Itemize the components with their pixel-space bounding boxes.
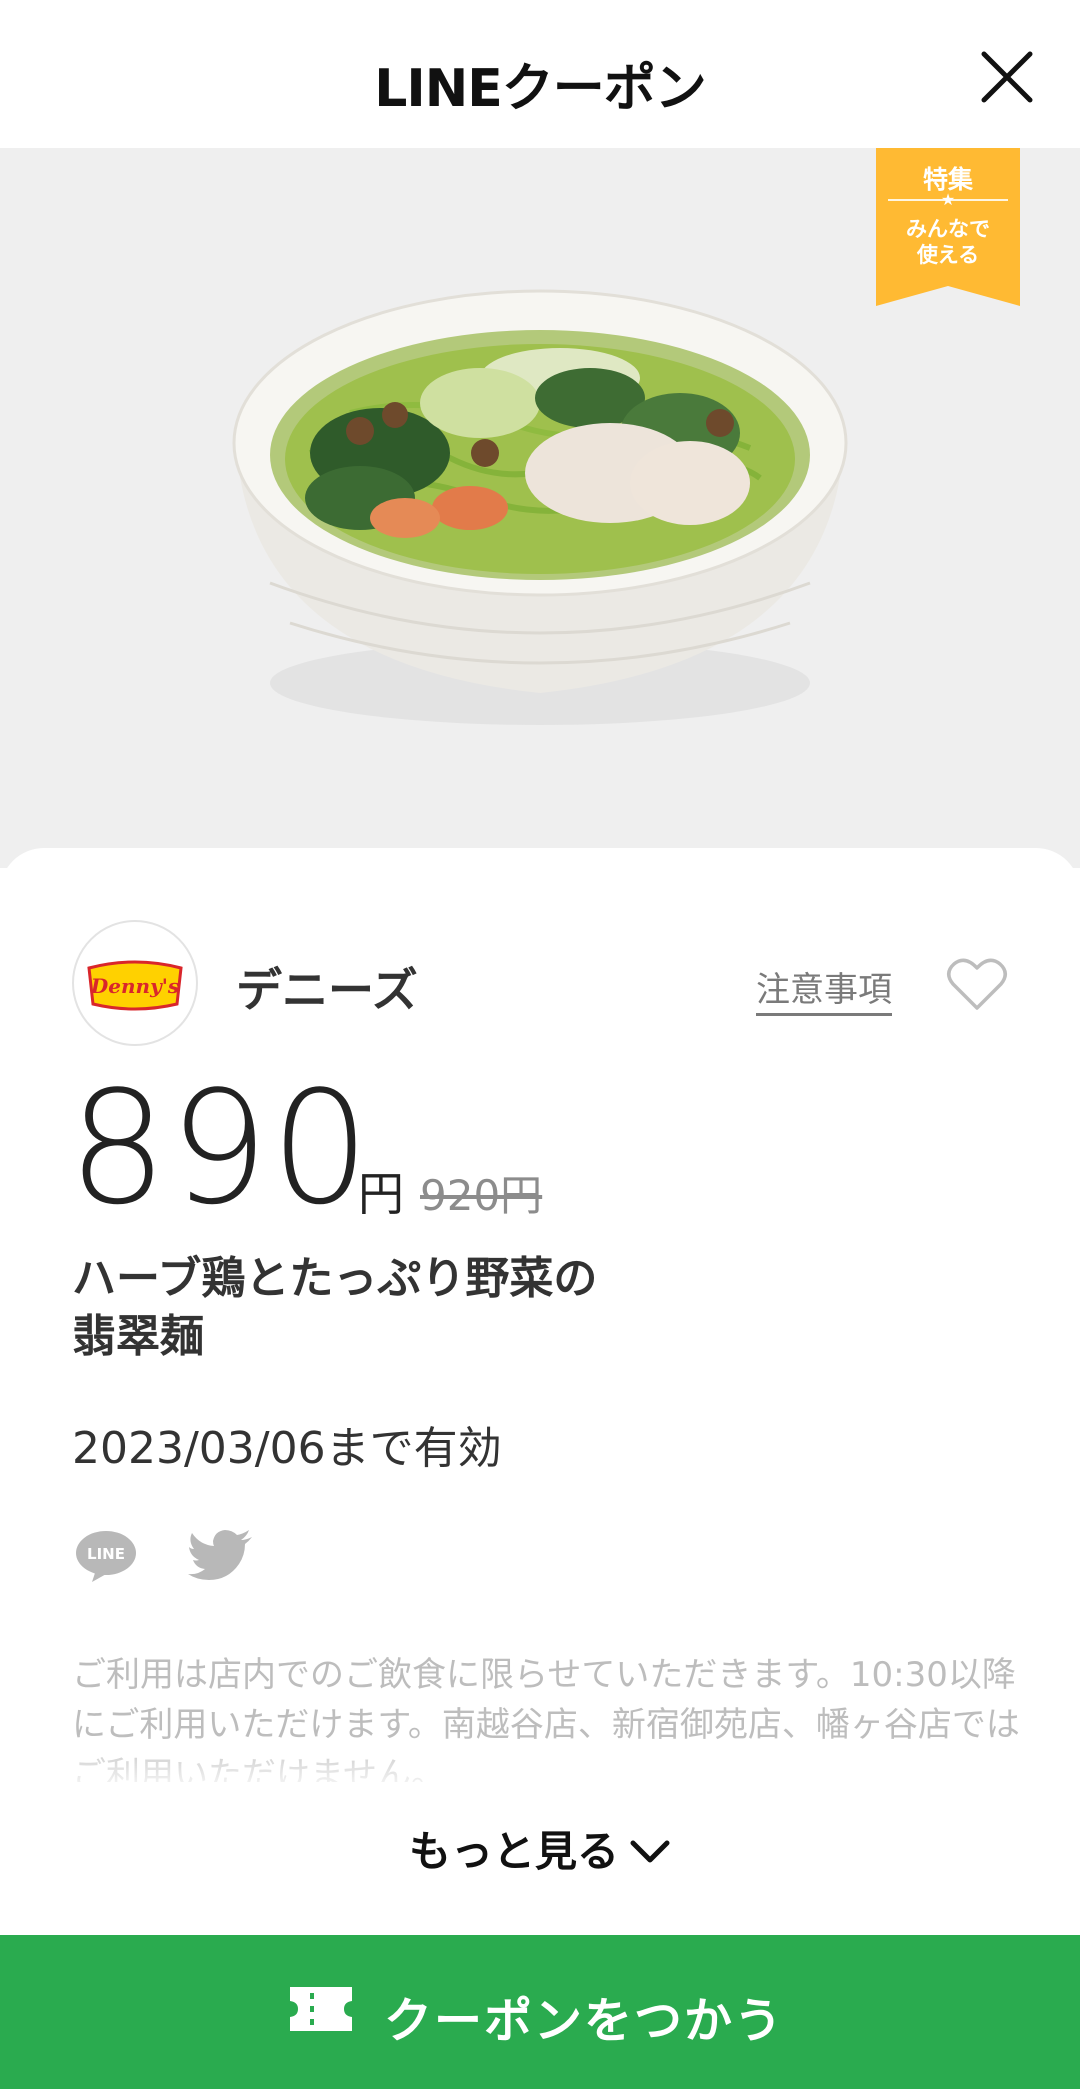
- close-icon[interactable]: [978, 48, 1036, 106]
- featured-badge: 特集 ★ みんなで 使える: [876, 148, 1020, 306]
- item-name-line-2: 翡翠麺: [72, 1311, 204, 1362]
- page-title: LINEクーポン: [374, 59, 707, 119]
- line-icon-text: LINE: [87, 1545, 125, 1563]
- item-name-line-1: ハーブ鶏とたっぷり野菜の: [72, 1253, 598, 1304]
- store-name: デニーズ: [236, 963, 418, 1017]
- validity-date: 2023/03/06まで有効: [72, 1423, 502, 1474]
- use-coupon-label: クーポンをつかう: [384, 1993, 785, 2049]
- coupon-price: 890: [68, 1057, 372, 1239]
- notes-link[interactable]: 注意事項: [756, 962, 892, 1016]
- coupon-item-name: ハーブ鶏とたっぷり野菜の 翡翠麺: [72, 1250, 712, 1366]
- description-fade: [0, 1735, 1080, 1795]
- chevron-down-icon: [630, 1840, 670, 1862]
- dennys-logo-icon: Denny's: [87, 960, 183, 1011]
- app-header: LINEクーポン: [0, 0, 1080, 148]
- badge-bottom-text: みんなで 使える: [906, 217, 990, 267]
- noodle-dish-image: [232, 289, 848, 725]
- show-more-label: もっと見る: [408, 1827, 619, 1876]
- use-coupon-button[interactable]: クーポンをつかう: [0, 1935, 1080, 2089]
- store-logo[interactable]: Denny's: [72, 920, 198, 1046]
- heart-icon[interactable]: [946, 956, 1008, 1012]
- ticket-icon: [290, 1987, 352, 2031]
- price-unit: 円: [358, 1167, 404, 1221]
- badge-star-icon: ★: [940, 190, 956, 209]
- logo-text: Denny's: [90, 974, 179, 998]
- show-more-button[interactable]: もっと見る: [0, 1818, 1080, 1879]
- twitter-share-icon[interactable]: [188, 1530, 254, 1586]
- line-share-icon[interactable]: LINE: [74, 1528, 138, 1584]
- original-price: 920円: [420, 1171, 543, 1220]
